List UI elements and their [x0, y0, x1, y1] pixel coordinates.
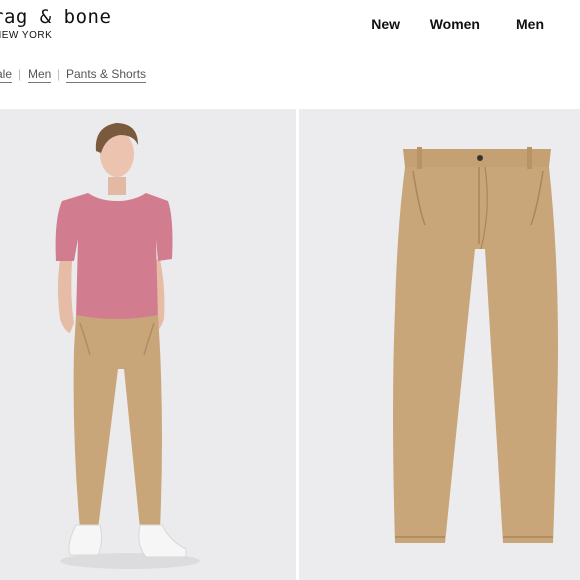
breadcrumb-separator: |	[18, 67, 22, 81]
brand-logo[interactable]: rag & bone NEW YORK	[0, 6, 111, 46]
nav-item-new[interactable]: New	[371, 16, 400, 32]
product-gallery	[0, 109, 580, 580]
pants-illustration	[299, 109, 580, 580]
breadcrumb-sale[interactable]: Sale	[0, 67, 13, 83]
product-image-flatlay[interactable]	[299, 109, 580, 580]
logo-wordmark: rag & bone	[0, 6, 112, 28]
logo-tagline: NEW YORK	[0, 30, 53, 41]
breadcrumb: Sale | Men | Pants & Shorts	[0, 67, 580, 85]
model-illustration	[0, 109, 296, 580]
product-image-model[interactable]	[0, 109, 296, 580]
breadcrumb-men[interactable]: Men	[28, 67, 52, 83]
nav-item-men[interactable]: Men	[516, 16, 544, 32]
breadcrumb-separator: |	[57, 67, 61, 81]
nav-item-women[interactable]: Women	[430, 16, 480, 32]
breadcrumb-pants-shorts[interactable]: Pants & Shorts	[66, 67, 147, 83]
site-header: rag & bone NEW YORK New Women Men	[0, 0, 580, 55]
